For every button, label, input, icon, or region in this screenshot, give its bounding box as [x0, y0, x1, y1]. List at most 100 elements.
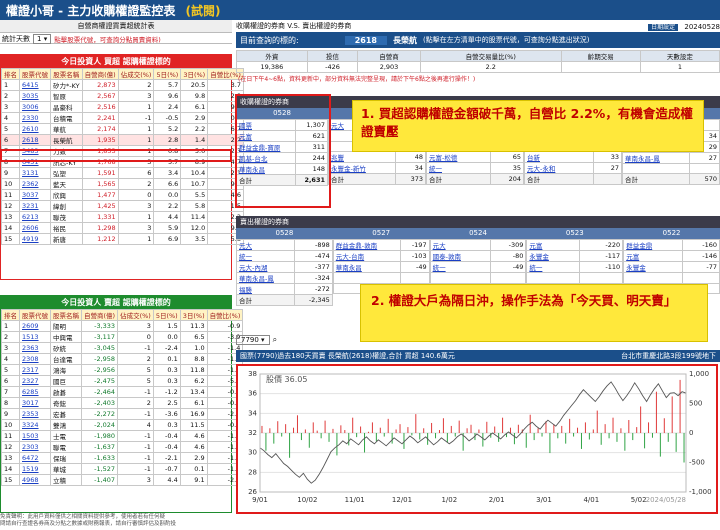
- broker-link[interactable]: 統一: [429, 261, 491, 273]
- stock-code-link[interactable]: 3324: [19, 419, 51, 431]
- broker-link[interactable]: [526, 272, 581, 284]
- date-setting-label: 日期設定: [648, 23, 679, 31]
- broker-amount: [681, 272, 720, 284]
- broker-link[interactable]: 元大-台南: [332, 250, 401, 262]
- table-cell: 1: [117, 211, 155, 223]
- broker-link[interactable]: [623, 272, 683, 284]
- broker-link[interactable]: 元大-內湖: [236, 261, 295, 273]
- query-bar: 目前查詢的標的: 2618 長榮航 (點擊在左方清單中的股票代號，可查詢分點進出…: [236, 32, 720, 48]
- broker-link[interactable]: 元大: [236, 239, 295, 251]
- stock-code-link[interactable]: 1513: [19, 331, 51, 343]
- broker-link[interactable]: 統一: [426, 161, 491, 174]
- stock-code-link[interactable]: 2363: [19, 342, 51, 354]
- broker-link[interactable]: 華南永昌-鳳: [621, 151, 691, 164]
- total-value: -2,345: [294, 294, 333, 306]
- stock-code-link[interactable]: 3035: [19, 90, 51, 102]
- broker-link[interactable]: 永豐金-新竹: [327, 162, 397, 174]
- stock-code-link[interactable]: 2317: [19, 364, 51, 376]
- broker-select[interactable]: 7790 ▾: [236, 335, 270, 345]
- table-cell: 士電: [50, 430, 82, 442]
- x-tick: 10/02: [297, 496, 317, 504]
- stock-code-link[interactable]: 3006: [19, 101, 51, 113]
- stock-code-link[interactable]: 6213: [19, 211, 51, 223]
- broker-amount: -898: [294, 239, 333, 251]
- stock-code-link[interactable]: 2303: [19, 441, 51, 453]
- table-cell: 0.3: [152, 364, 181, 376]
- stock-code-link[interactable]: 6415: [19, 79, 51, 91]
- table-row: 5 2317 鴻海 -2,956 5 0.3 11.8 -1.4: [1, 364, 244, 376]
- stock-code-link[interactable]: 2610: [19, 123, 51, 135]
- broker-link[interactable]: 統一: [526, 261, 581, 273]
- stock-code-link[interactable]: 2606: [19, 222, 51, 234]
- broker-link[interactable]: 群益金鼎: [623, 239, 683, 251]
- table-row: 6 2618 長榮航 1,935 1 2.8 1.4 2.2: [1, 134, 244, 146]
- stock-code-link[interactable]: 2618: [19, 134, 51, 146]
- stock-code-link[interactable]: 4968: [19, 474, 51, 486]
- broker-link[interactable]: 台新: [523, 150, 595, 163]
- table-cell: 1.4: [180, 134, 209, 146]
- broker-link[interactable]: 元富: [623, 250, 683, 262]
- stock-code-link[interactable]: 2308: [19, 353, 51, 365]
- broker-amount: -49: [489, 261, 527, 273]
- table-cell: 12: [1, 441, 20, 453]
- table-cell: 4: [117, 419, 154, 431]
- column-header: 自營商(億): [81, 68, 119, 80]
- broker-link[interactable]: 元富-松德: [426, 150, 491, 163]
- broker-link[interactable]: 元富: [526, 239, 581, 251]
- table-cell: -3,045: [80, 342, 119, 354]
- broker-link[interactable]: [332, 272, 401, 284]
- date-setting-value[interactable]: 20240528: [684, 23, 720, 31]
- query-code[interactable]: 2618: [344, 35, 387, 45]
- table-cell: 1: [1, 320, 20, 332]
- broker-link[interactable]: 華南永昌-鳳: [236, 272, 295, 284]
- broker-amount: -377: [294, 261, 333, 273]
- table-cell: 保瑞: [50, 452, 82, 464]
- broker-link[interactable]: 元大: [429, 239, 491, 251]
- stock-code-link[interactable]: 4919: [19, 233, 51, 245]
- app-title: 權證小哥 - 主力收購權證監控表: [6, 4, 176, 18]
- broker-amount: [489, 272, 527, 284]
- search-icon[interactable]: ⌕: [273, 335, 277, 345]
- broker-amount: -117: [579, 250, 624, 262]
- total-label: 合計: [327, 173, 397, 185]
- table-cell: 12.0: [180, 222, 209, 234]
- stats-days-select[interactable]: 1 ▾: [33, 34, 52, 44]
- stock-code-link[interactable]: 2327: [19, 375, 51, 387]
- stock-code-link[interactable]: 1519: [19, 463, 51, 475]
- table-cell: 8: [1, 397, 20, 409]
- broker-link[interactable]: 兆豐: [327, 151, 397, 163]
- broker-amount: 35: [489, 161, 525, 174]
- table-cell: 6: [117, 167, 155, 179]
- stock-code-link[interactable]: 3037: [19, 189, 51, 201]
- stock-code-link[interactable]: 2609: [19, 320, 51, 332]
- y-left-tick: 30: [248, 449, 257, 457]
- stock-code-link[interactable]: 6472: [19, 452, 51, 464]
- broker-link[interactable]: 元大-永和: [523, 161, 595, 174]
- table-cell: 6.9: [153, 233, 182, 245]
- broker-link[interactable]: 永豐金: [623, 261, 683, 273]
- table-cell: 5: [117, 375, 154, 387]
- broker-link[interactable]: 永豐金: [526, 250, 581, 262]
- stock-code-link[interactable]: 3231: [19, 200, 51, 212]
- table-cell: -1: [117, 452, 154, 464]
- table-cell: 聯電: [50, 441, 82, 453]
- summary-value: -426: [306, 61, 359, 73]
- broker-amount: -146: [681, 250, 720, 262]
- broker-link[interactable]: 華南永昌: [332, 261, 401, 273]
- broker-link[interactable]: 統一: [236, 250, 295, 262]
- broker-link[interactable]: 群益金鼎-敦南: [332, 239, 401, 251]
- table-cell: 3: [117, 320, 154, 332]
- stock-code-link[interactable]: 1503: [19, 430, 51, 442]
- table-cell: 12: [1, 200, 20, 212]
- stock-code-link[interactable]: 3131: [19, 167, 51, 179]
- stock-code-link[interactable]: 6285: [19, 386, 51, 398]
- stock-code-link[interactable]: 2362: [19, 178, 51, 190]
- broker-link[interactable]: 國泰-敦南: [429, 250, 491, 262]
- stock-code-link[interactable]: 2330: [19, 112, 51, 124]
- stats-days-value: 1: [37, 35, 42, 43]
- broker-link[interactable]: 福勝: [236, 283, 295, 295]
- broker-link[interactable]: [621, 162, 691, 174]
- broker-link[interactable]: [429, 272, 491, 284]
- stock-code-link[interactable]: 3017: [19, 397, 51, 409]
- stock-code-link[interactable]: 2353: [19, 408, 51, 420]
